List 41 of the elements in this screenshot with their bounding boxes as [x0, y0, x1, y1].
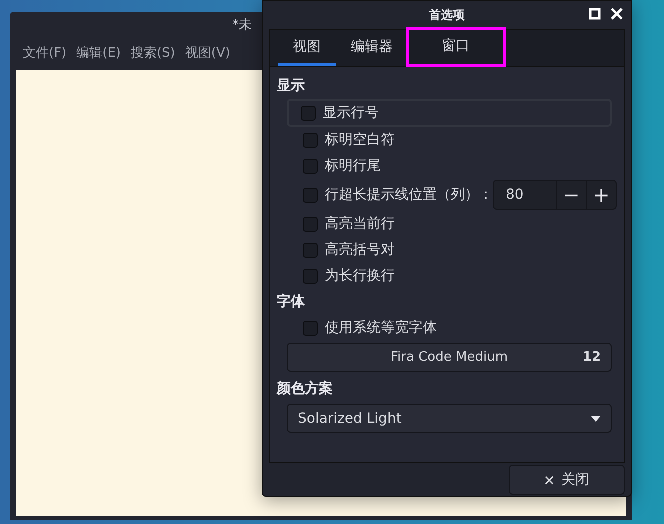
tab[interactable]: 视图: [278, 30, 336, 66]
section-heading: 显示: [277, 77, 306, 96]
checkbox-label: 标明空白符: [325, 131, 395, 149]
dialog-title: 首选项: [429, 6, 465, 24]
decrement-button[interactable]: −: [556, 181, 586, 209]
checkbox-label: 高亮括号对: [325, 241, 395, 259]
tab[interactable]: 编辑器: [336, 30, 408, 66]
section-heading: 颜色方案: [277, 380, 334, 399]
section-heading: 字体: [277, 292, 306, 312]
checkbox[interactable]: [303, 268, 318, 284]
checkbox[interactable]: [303, 132, 318, 148]
menu-item[interactable]: 编辑(E): [72, 44, 126, 62]
menu-item[interactable]: 文件(F): [18, 44, 72, 62]
font-name: Fira Code Medium: [391, 350, 508, 365]
checkbox[interactable]: [303, 158, 318, 174]
spin-value: 80: [505, 187, 525, 203]
checkbox-label: 高亮当前行: [325, 215, 395, 233]
window-title: *未: [232, 17, 252, 34]
checkbox-label: 显示行号: [323, 104, 379, 122]
checkbox[interactable]: [303, 320, 318, 336]
scheme-dropdown[interactable]: Solarized Light: [287, 404, 612, 433]
close-icon[interactable]: [611, 8, 623, 20]
menu-item[interactable]: 视图(V): [180, 44, 236, 62]
increment-button[interactable]: +: [586, 181, 616, 209]
font-button[interactable]: Fira Code Medium 12: [287, 343, 612, 372]
checkbox-label: 标明行尾: [325, 157, 381, 175]
spin-field[interactable]: 80 − +: [493, 180, 617, 210]
maximize-icon[interactable]: [589, 8, 601, 20]
checkbox-label: 行超长提示线位置（列）：: [325, 186, 493, 204]
menu-item[interactable]: 搜索(S): [126, 44, 180, 62]
checkbox-label: 为长行换行: [325, 267, 395, 285]
tab[interactable]: 窗口: [408, 29, 504, 65]
caret-icon: [591, 416, 601, 422]
checkbox[interactable]: [301, 106, 316, 120]
font-size: 12: [582, 350, 601, 365]
checkbox[interactable]: [303, 188, 318, 202]
checkbox[interactable]: [303, 242, 318, 258]
checkbox-label: 使用系统等宽字体: [325, 319, 437, 337]
checkbox[interactable]: [303, 216, 318, 232]
close-button[interactable]: 关闭: [509, 465, 625, 495]
close-icon: [544, 476, 554, 484]
